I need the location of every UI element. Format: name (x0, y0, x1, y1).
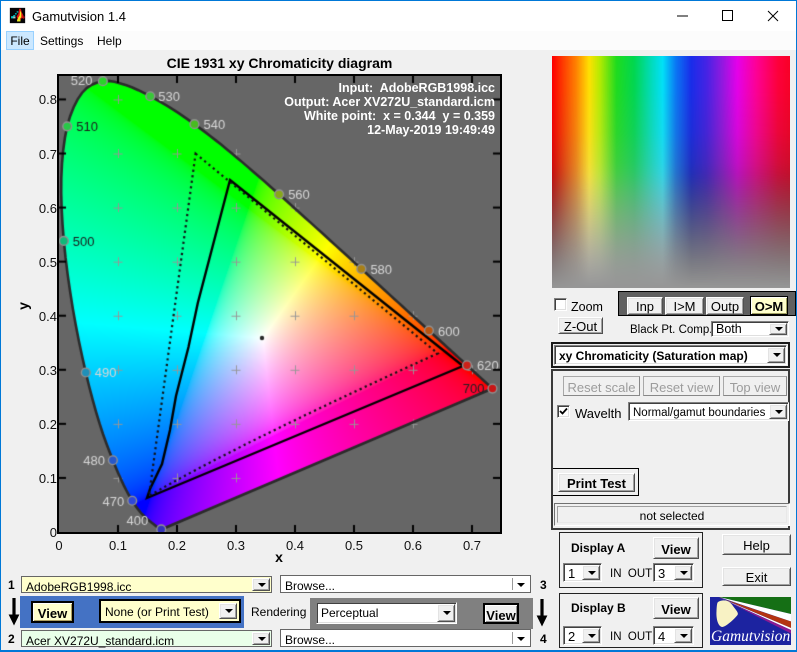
svg-text:Gamutvision: Gamutvision (711, 628, 790, 645)
